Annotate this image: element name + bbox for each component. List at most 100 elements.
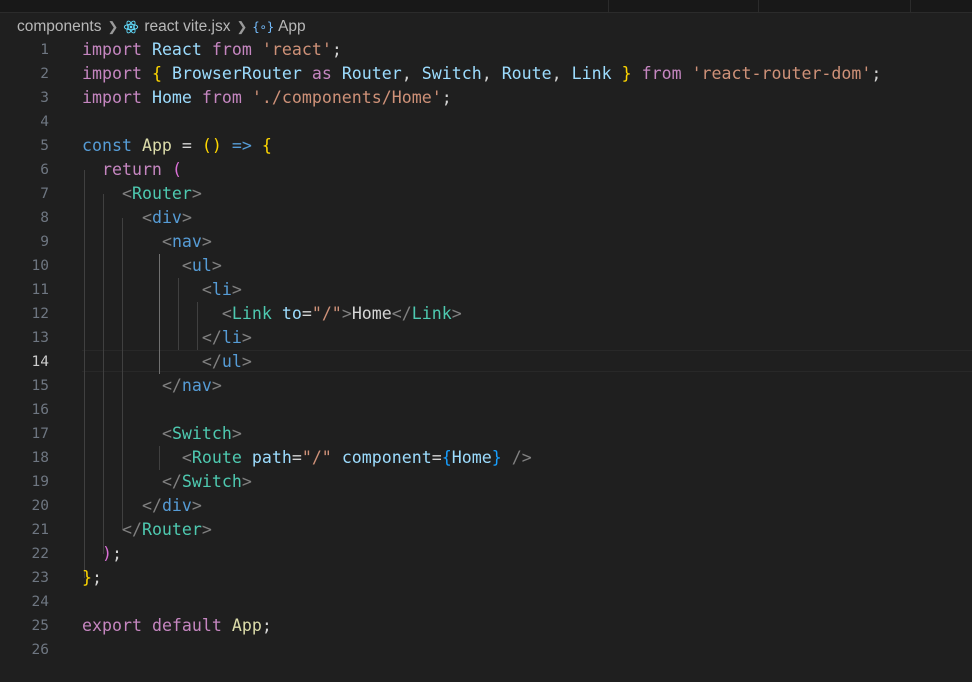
token-component: Route [191, 448, 242, 467]
line-number: 24 [31, 594, 49, 610]
token-keyword: export [82, 616, 142, 635]
code-line[interactable]: </Router> [82, 518, 212, 542]
code-line[interactable]: <div> [82, 206, 192, 230]
token-attribute: to [281, 304, 302, 323]
token-tag-bracket: > [211, 256, 222, 275]
token-tag: li [211, 280, 232, 299]
token-keyword: from [211, 40, 252, 59]
code-line[interactable]: return ( [82, 158, 182, 182]
token-identifier: Home [451, 448, 492, 467]
token-punct: , [401, 64, 422, 83]
code-line[interactable]: import { BrowserRouter as Router, Switch… [82, 62, 881, 86]
token-keyword: import [82, 40, 142, 59]
code-line[interactable]: <Switch> [82, 422, 242, 446]
line-number: 17 [31, 426, 49, 442]
line-number: 22 [31, 546, 49, 562]
code-line[interactable]: import React from 'react'; [82, 38, 342, 62]
token-tag-bracket: > [231, 424, 242, 443]
line-number: 7 [40, 186, 49, 202]
token-component: Switch [171, 424, 232, 443]
code-line[interactable]: import Home from './components/Home'; [82, 86, 452, 110]
token-string: "/" [311, 304, 342, 323]
line-number: 26 [31, 642, 49, 658]
token-punct: ; [871, 64, 882, 83]
code-line[interactable]: <Route path="/" component={Home} /> [82, 446, 532, 470]
token-bracket: () [201, 136, 222, 155]
breadcrumb-file[interactable]: react vite.jsx [144, 18, 230, 36]
code-line[interactable]: <ul> [82, 254, 222, 278]
code-line[interactable]: ); [82, 542, 122, 566]
token-bracket: { [261, 136, 272, 155]
token-tag: ul [221, 352, 242, 371]
breadcrumb-symbol[interactable]: App [278, 18, 306, 36]
token-tag-bracket: > [451, 304, 462, 323]
token-tag-bracket: > [201, 520, 212, 539]
token-string: 'react' [261, 40, 332, 59]
tab-divider [758, 0, 759, 12]
token-component: Switch [181, 472, 242, 491]
line-number: 5 [40, 138, 49, 154]
line-number: 3 [40, 90, 49, 106]
tab-strip [0, 0, 972, 13]
token-tag-bracket: /> [511, 448, 532, 467]
code-line-active[interactable]: </ul> [82, 350, 252, 374]
code-line[interactable]: export default App; [82, 614, 272, 638]
breadcrumb-folder[interactable]: components [17, 18, 101, 36]
token-string: './components/Home' [251, 88, 442, 107]
token-component: Router [141, 520, 202, 539]
line-number: 20 [31, 498, 49, 514]
line-number: 16 [31, 402, 49, 418]
token-tag-bracket: </ [201, 328, 222, 347]
line-number: 23 [31, 570, 49, 586]
code-line[interactable]: const App = () => { [82, 134, 272, 158]
token-tag-bracket: > [211, 376, 222, 395]
code-line[interactable]: }; [82, 566, 102, 590]
token-text: Home [351, 304, 392, 323]
token-bracket: { [151, 64, 162, 83]
tab-divider [910, 0, 911, 12]
code-line[interactable]: <nav> [82, 230, 212, 254]
react-file-icon [124, 20, 139, 34]
code-line[interactable]: </nav> [82, 374, 222, 398]
line-number: 13 [31, 330, 49, 346]
token-tag-bracket: </ [391, 304, 412, 323]
token-identifier: Route [501, 64, 552, 83]
token-tag-bracket: > [341, 304, 352, 323]
code-line[interactable]: </Switch> [82, 470, 252, 494]
token-tag: nav [171, 232, 202, 251]
line-number: 6 [40, 162, 49, 178]
code-line[interactable]: <li> [82, 278, 242, 302]
token-keyword: return [101, 160, 162, 179]
token-punct: ; [331, 40, 342, 59]
breadcrumb: components ❯ react vite.jsx ❯ {∘} App [0, 13, 972, 41]
token-function: App [141, 136, 172, 155]
token-keyword: as [311, 64, 332, 83]
token-operator: = [431, 448, 442, 467]
token-tag-bracket: > [191, 184, 202, 203]
code-line[interactable]: <Router> [82, 182, 202, 206]
token-tag-bracket: < [121, 184, 132, 203]
code-line[interactable]: </div> [82, 494, 202, 518]
token-keyword: import [82, 88, 142, 107]
token-keyword: from [201, 88, 242, 107]
code-editor[interactable]: 1 2 3 4 5 6 7 8 9 10 11 12 13 14 15 16 1… [0, 38, 972, 682]
token-operator: = [301, 304, 312, 323]
code-line[interactable]: </li> [82, 326, 252, 350]
code-line[interactable]: <Link to="/">Home</Link> [82, 302, 462, 326]
